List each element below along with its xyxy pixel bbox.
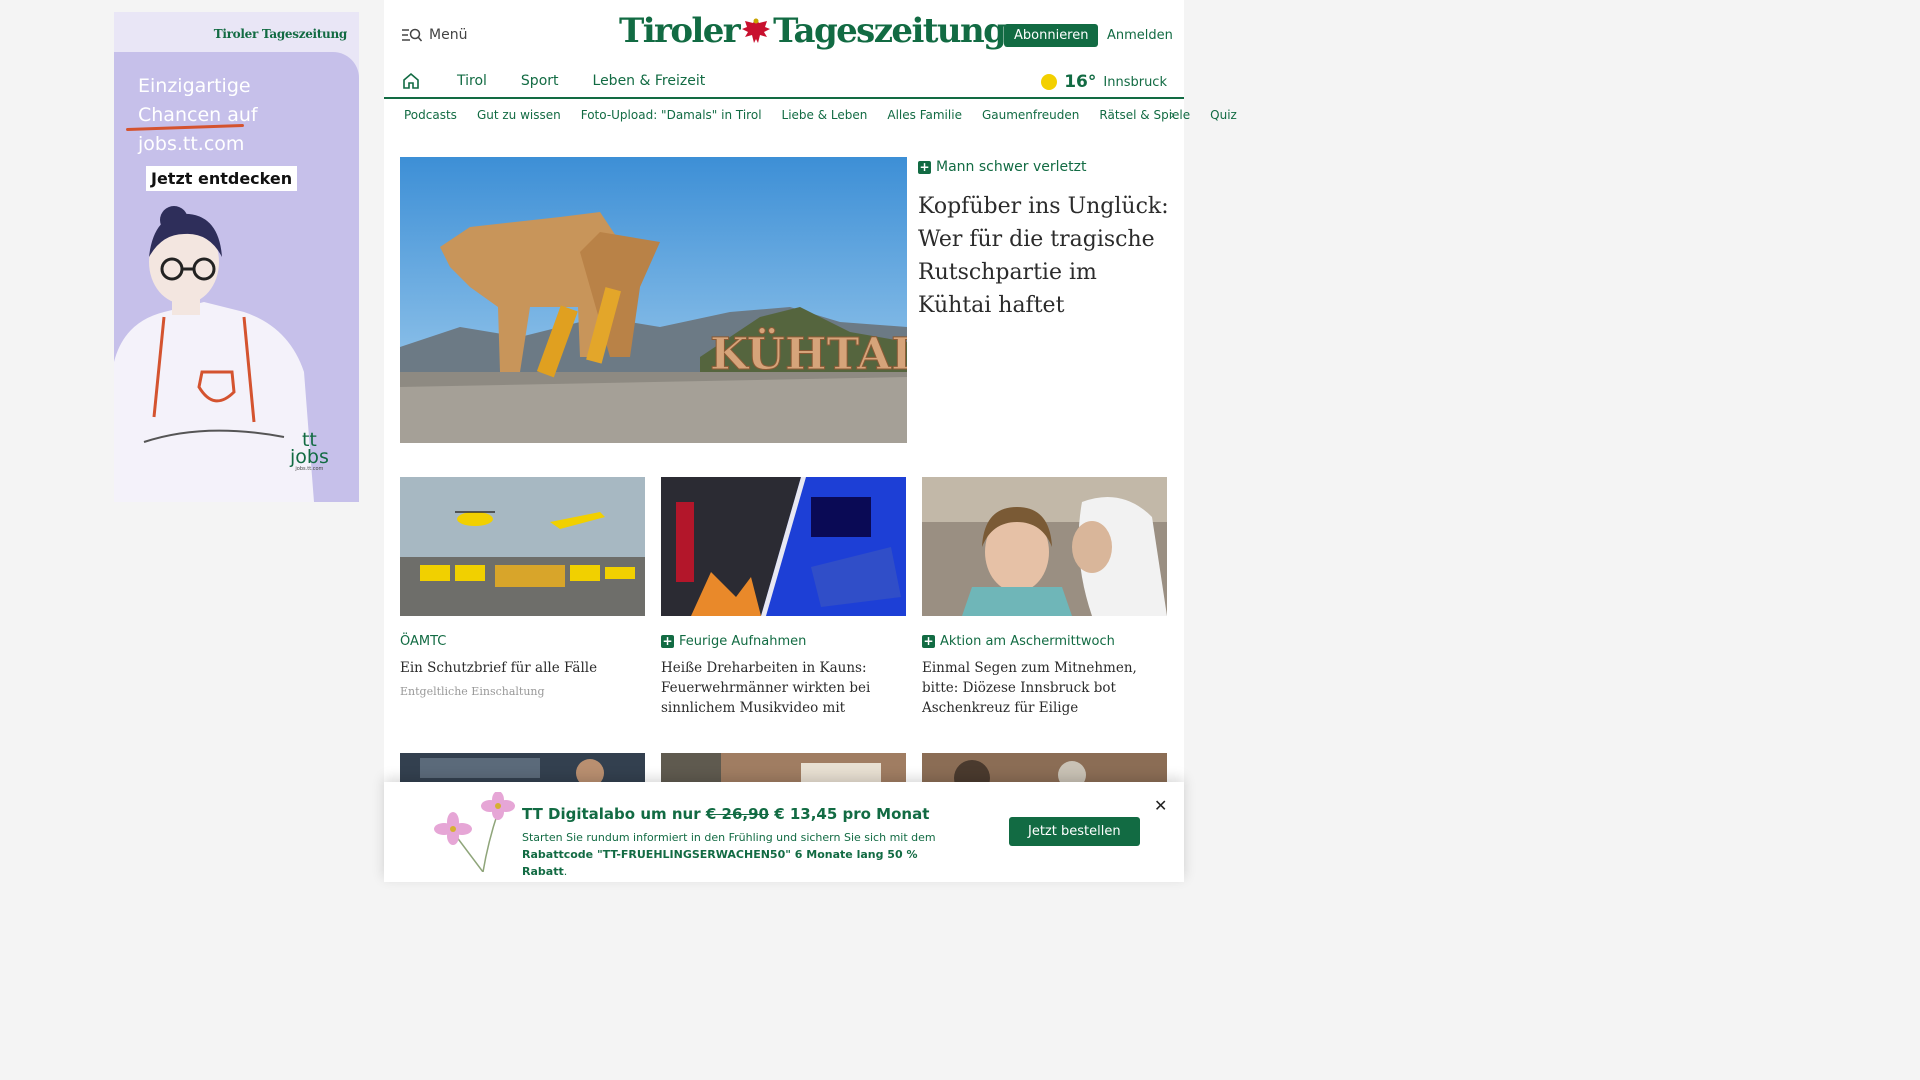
main-navigation: Tirol Sport Leben & Freizeit 16° Innsbru… bbox=[384, 66, 1184, 99]
card-kicker: ÖAMTC bbox=[400, 634, 447, 649]
order-button[interactable]: Jetzt bestellen bbox=[1009, 817, 1140, 846]
svg-text:KÜHTAI: KÜHTAI bbox=[710, 326, 907, 380]
article-card-oeamtc[interactable]: ÖAMTC Ein Schutzbrief für alle Fälle Ent… bbox=[400, 477, 645, 698]
card-headline: Einmal Segen zum Mitnehmen, bitte: Diöze… bbox=[922, 660, 1137, 716]
login-link[interactable]: Anmelden bbox=[1107, 28, 1173, 43]
promo-code: Rabattcode "TT-FRUEHLINGSERWACHEN50" 6 M… bbox=[522, 848, 918, 878]
close-icon[interactable]: ✕ bbox=[1154, 796, 1167, 815]
weather-city: Innsbruck bbox=[1103, 74, 1167, 90]
home-button[interactable] bbox=[402, 72, 420, 94]
card-kicker: + Feurige Aufnahmen bbox=[661, 634, 807, 649]
subnav-scroll-right-icon[interactable]: › bbox=[1170, 108, 1175, 123]
flower-icon bbox=[434, 792, 515, 872]
logo-text-left: Tiroler bbox=[619, 11, 741, 51]
subscribe-button[interactable]: Abonnieren bbox=[1004, 24, 1099, 47]
promo-banner: TT Digitalabo um nur € 26,90 € 13,45 pro… bbox=[384, 782, 1184, 882]
weather-temperature: 16° bbox=[1064, 72, 1097, 92]
promo-title: TT Digitalabo um nur € 26,90 € 13,45 pro… bbox=[522, 805, 930, 823]
card-kicker: + Aktion am Aschermittwoch bbox=[922, 634, 1115, 649]
premium-plus-icon: + bbox=[918, 159, 931, 174]
sun-icon bbox=[1041, 74, 1058, 90]
promo-old-price: € 26,90 bbox=[705, 805, 769, 823]
sub-navigation: Podcasts Gut zu wissen Foto-Upload: "Dam… bbox=[404, 108, 1237, 122]
hero-headline[interactable]: Kopfüber ins Unglück: Wer für die tragis… bbox=[918, 190, 1176, 322]
tyrolean-eagle-icon bbox=[742, 18, 771, 43]
nav-item-leben-freizeit[interactable]: Leben & Freizeit bbox=[593, 73, 706, 89]
subnav-item-podcasts[interactable]: Podcasts bbox=[404, 108, 457, 122]
subnav-item-liebe-leben[interactable]: Liebe & Leben bbox=[782, 108, 868, 122]
subnav-item-gaumenfreuden[interactable]: Gaumenfreuden bbox=[982, 108, 1079, 122]
menu-search-icon bbox=[402, 28, 422, 42]
weather-widget[interactable]: 16° Innsbruck bbox=[1041, 72, 1167, 92]
advertisement-banner[interactable]: Tiroler Tageszeitung Einzigartige Chance… bbox=[114, 12, 359, 502]
article-thumbnail bbox=[922, 477, 1167, 616]
logo-text-right: Tageszeitung bbox=[773, 11, 1007, 51]
subnav-item-raetsel-spiele[interactable]: Rätsel & Spiele bbox=[1099, 108, 1190, 122]
promo-description: Starten Sie rundum informiert in den Frü… bbox=[522, 831, 936, 878]
nav-item-tirol[interactable]: Tirol bbox=[457, 73, 487, 89]
sponsored-note: Entgeltliche Einschaltung bbox=[400, 685, 545, 698]
subnav-item-alles-familie[interactable]: Alles Familie bbox=[887, 108, 962, 122]
site-header: Menü Tiroler Tageszeitung Abonnieren Anm… bbox=[384, 0, 1184, 70]
main-content: Menü Tiroler Tageszeitung Abonnieren Anm… bbox=[384, 0, 1237, 882]
menu-label: Menü bbox=[429, 27, 468, 43]
nav-item-sport[interactable]: Sport bbox=[521, 73, 559, 89]
subnav-item-foto-upload[interactable]: Foto-Upload: "Damals" in Tirol bbox=[581, 108, 762, 122]
card-headline: Heiße Dreharbeiten in Kauns: Feuerwehrmä… bbox=[661, 660, 871, 716]
menu-button[interactable]: Menü bbox=[402, 27, 467, 43]
premium-plus-icon: + bbox=[922, 634, 935, 648]
article-thumbnail bbox=[661, 477, 906, 616]
premium-plus-icon: + bbox=[661, 634, 674, 648]
home-icon bbox=[403, 72, 419, 89]
promo-new-price: € 13,45 pro Monat bbox=[774, 805, 930, 823]
article-card-kauns[interactable]: + Feurige Aufnahmen Heiße Dreharbeiten i… bbox=[661, 477, 906, 718]
site-logo[interactable]: Tiroler Tageszeitung bbox=[619, 11, 1007, 51]
subnav-item-gut-zu-wissen[interactable]: Gut zu wissen bbox=[477, 108, 561, 122]
ad-logo: Tiroler Tageszeitung bbox=[213, 27, 348, 41]
ad-cta-button[interactable]: Jetzt entdecken bbox=[146, 166, 298, 191]
hero-image[interactable]: KÜHTAI bbox=[400, 157, 907, 443]
article-card-aschermittwoch[interactable]: + Aktion am Aschermittwoch Einmal Segen … bbox=[922, 477, 1167, 718]
card-headline: Ein Schutzbrief für alle Fälle bbox=[400, 660, 598, 676]
ad-brand-logo: tt jobs jobs.tt.com bbox=[290, 429, 329, 473]
ad-headline: Einzigartige Chancen auf jobs.tt.com bbox=[138, 75, 258, 155]
article-thumbnail bbox=[400, 477, 645, 616]
subnav-item-quiz[interactable]: Quiz bbox=[1210, 108, 1237, 122]
hero-kicker: + Mann schwer verletzt bbox=[918, 159, 1087, 175]
